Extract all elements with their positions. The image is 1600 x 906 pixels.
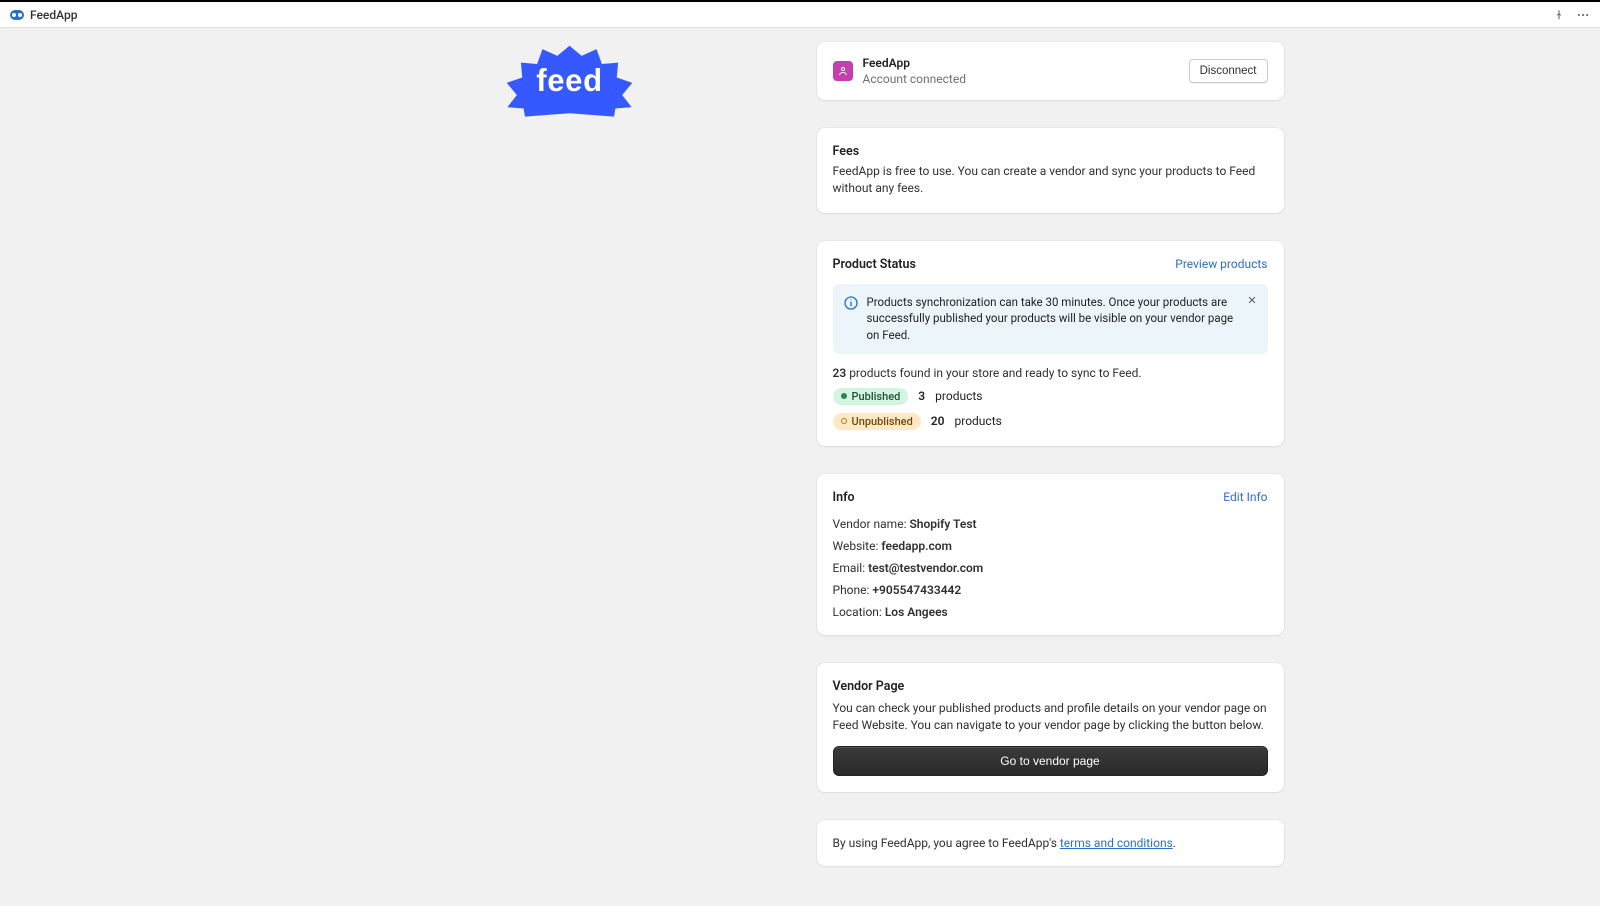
location-value: Los Angees bbox=[885, 605, 948, 619]
account-card: FeedApp Account connected Disconnect bbox=[817, 42, 1284, 100]
published-row: Published 3 products bbox=[833, 388, 1268, 405]
app-topbar: FeedApp bbox=[0, 2, 1600, 28]
status-dot-icon bbox=[841, 418, 847, 424]
website-value: feedapp.com bbox=[881, 539, 952, 553]
account-status: Account connected bbox=[863, 72, 966, 86]
preview-products-link[interactable]: Preview products bbox=[1175, 257, 1267, 271]
total-products-line: 23 products found in your store and read… bbox=[833, 366, 1268, 380]
close-icon[interactable] bbox=[1244, 292, 1260, 308]
email-value: test@testvendor.com bbox=[868, 561, 983, 575]
feed-logo: feed bbox=[502, 42, 637, 866]
topbar-left: FeedApp bbox=[10, 8, 77, 22]
location-label: Location: bbox=[833, 605, 885, 619]
terms-text: By using FeedApp, you agree to FeedApp's… bbox=[833, 836, 1176, 850]
banner-text: Products synchronization can take 30 min… bbox=[867, 294, 1258, 344]
product-status-title: Product Status bbox=[833, 257, 916, 272]
website-label: Website: bbox=[833, 539, 882, 553]
go-to-vendor-button[interactable]: Go to vendor page bbox=[833, 746, 1268, 776]
unpublished-label: Unpublished bbox=[852, 415, 913, 428]
vendor-page-card: Vendor Page You can check your published… bbox=[817, 663, 1284, 793]
account-text: FeedApp Account connected bbox=[863, 56, 966, 86]
unpublished-badge: Unpublished bbox=[833, 413, 921, 430]
published-suffix: products bbox=[935, 389, 982, 403]
fees-title: Fees bbox=[833, 144, 1268, 159]
total-suffix: products found in your store and ready t… bbox=[846, 366, 1141, 380]
phone-row: Phone: +905547433442 bbox=[833, 583, 1268, 597]
email-label: Email: bbox=[833, 561, 869, 575]
published-badge: Published bbox=[833, 388, 909, 405]
account-name: FeedApp bbox=[863, 56, 966, 70]
info-icon bbox=[843, 295, 859, 311]
total-count: 23 bbox=[833, 366, 847, 380]
account-info: FeedApp Account connected bbox=[833, 56, 966, 86]
more-icon[interactable] bbox=[1576, 8, 1590, 22]
status-dot-icon bbox=[841, 393, 847, 399]
terms-suffix: . bbox=[1173, 836, 1176, 850]
app-name: FeedApp bbox=[30, 8, 77, 22]
svg-text:feed: feed bbox=[536, 63, 603, 98]
website-row: Website: feedapp.com bbox=[833, 539, 1268, 553]
edit-info-link[interactable]: Edit Info bbox=[1223, 490, 1267, 504]
terms-link[interactable]: terms and conditions bbox=[1060, 836, 1173, 850]
info-card: Info Edit Info Vendor name: Shopify Test… bbox=[817, 474, 1284, 635]
vendor-name-row: Vendor name: Shopify Test bbox=[833, 517, 1268, 531]
unpublished-row: Unpublished 20 products bbox=[833, 413, 1268, 430]
unpublished-count: 20 bbox=[931, 414, 945, 428]
published-label: Published bbox=[852, 390, 901, 403]
info-title: Info bbox=[833, 490, 855, 505]
published-count: 3 bbox=[918, 389, 925, 403]
sync-info-banner: Products synchronization can take 30 min… bbox=[833, 284, 1268, 354]
email-row: Email: test@testvendor.com bbox=[833, 561, 1268, 575]
phone-label: Phone: bbox=[833, 583, 873, 597]
product-status-card: Product Status Preview products Products… bbox=[817, 241, 1284, 446]
vendor-name-label: Vendor name: bbox=[833, 517, 910, 531]
account-avatar-icon bbox=[833, 61, 853, 81]
content-column: FeedApp Account connected Disconnect Fee… bbox=[817, 42, 1284, 866]
unpublished-suffix: products bbox=[955, 414, 1002, 428]
terms-card: By using FeedApp, you agree to FeedApp's… bbox=[817, 820, 1284, 866]
location-row: Location: Los Angees bbox=[833, 605, 1268, 619]
terms-prefix: By using FeedApp, you agree to FeedApp's bbox=[833, 836, 1060, 850]
disconnect-button[interactable]: Disconnect bbox=[1189, 59, 1268, 83]
vendor-name-value: Shopify Test bbox=[909, 517, 976, 531]
vendor-page-body: You can check your published products an… bbox=[833, 700, 1268, 735]
logo-column: feed bbox=[317, 42, 637, 866]
fees-body: FeedApp is free to use. You can create a… bbox=[833, 163, 1268, 197]
feed-logo-icon: feed bbox=[502, 42, 637, 117]
topbar-right bbox=[1552, 8, 1590, 22]
page-body: feed FeedApp Account connected Disconnec… bbox=[0, 28, 1600, 906]
phone-value: +905547433442 bbox=[872, 583, 961, 597]
app-logo-icon bbox=[10, 10, 24, 20]
fees-card: Fees FeedApp is free to use. You can cre… bbox=[817, 128, 1284, 213]
pin-icon[interactable] bbox=[1552, 8, 1566, 22]
vendor-page-title: Vendor Page bbox=[833, 679, 1268, 694]
